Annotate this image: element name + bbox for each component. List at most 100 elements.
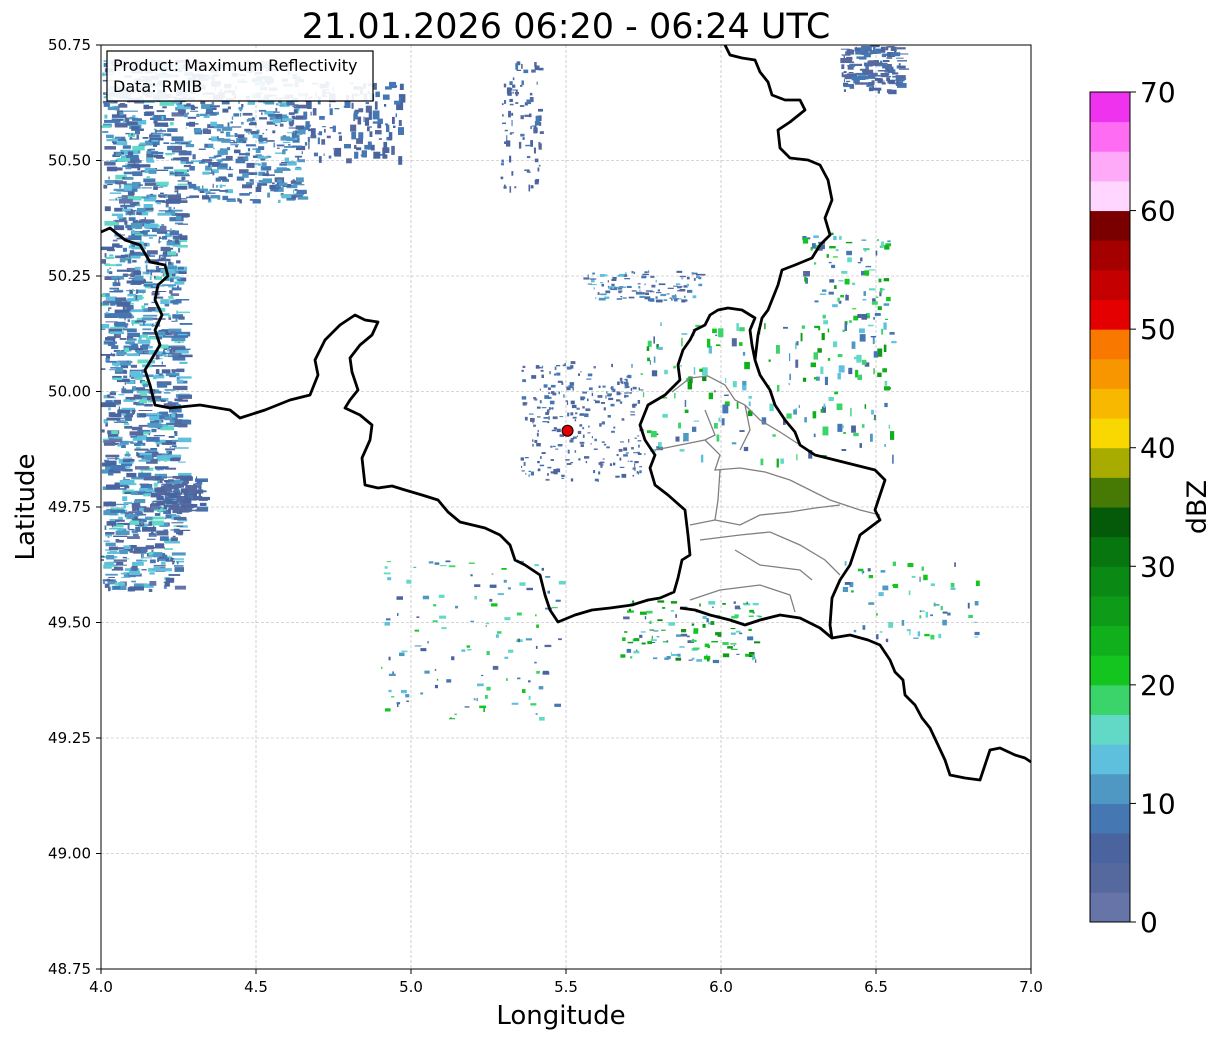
echo-pixel <box>716 434 720 442</box>
echo-pixel <box>572 386 574 391</box>
echo-pixel <box>539 464 545 467</box>
echo-pixel <box>445 560 451 563</box>
echo-pixel <box>491 573 494 575</box>
echo-pixel <box>693 277 696 281</box>
echo-pixel <box>504 129 508 132</box>
echo-pixel <box>660 322 662 326</box>
x-tick-label: 5.0 <box>399 978 423 996</box>
echo-pixel <box>598 471 601 475</box>
echo-pixel <box>715 632 722 636</box>
echo-pixel <box>131 502 141 508</box>
echo-pixel <box>772 434 776 437</box>
echo-pixel <box>795 408 797 410</box>
echo-pixel <box>829 279 835 283</box>
echo-pixel <box>173 516 187 521</box>
echo-pixel <box>721 418 725 426</box>
echo-pixel <box>844 79 845 83</box>
echo-pixel <box>152 291 167 292</box>
echo-pixel <box>663 299 668 301</box>
echo-pixel <box>646 610 653 614</box>
echo-pixel <box>101 429 105 433</box>
echo-pixel <box>508 110 511 118</box>
echo-pixel <box>233 113 240 117</box>
echo-pixel <box>876 634 879 640</box>
echo-pixel <box>742 351 746 356</box>
colorbar-segment <box>1090 180 1130 212</box>
echo-pixel <box>644 453 646 456</box>
echo-pixel <box>163 166 174 170</box>
echo-pixel <box>843 71 847 74</box>
colorbar-tick-label: 20 <box>1140 669 1176 702</box>
echo-pixel <box>883 278 890 282</box>
echo-pixel <box>139 507 144 512</box>
x-tick-label: 4.5 <box>244 978 268 996</box>
echo-pixel <box>535 614 537 617</box>
echo-pixel <box>605 290 611 294</box>
echo-pixel <box>715 334 718 337</box>
echo-pixel <box>800 332 803 342</box>
echo-pixel <box>634 461 639 464</box>
echo-pixel <box>638 444 640 448</box>
echo-pixel <box>624 278 631 280</box>
echo-pixel <box>714 390 716 393</box>
echo-pixel <box>177 529 191 531</box>
echo-pixel <box>624 395 629 398</box>
echo-pixel <box>877 372 882 377</box>
echo-pixel <box>477 683 484 687</box>
echo-pixel <box>146 176 150 179</box>
colorbar-segment <box>1090 210 1130 241</box>
echo-pixel <box>177 348 191 350</box>
colorbar-segment <box>1090 447 1130 478</box>
echo-pixel <box>140 240 142 242</box>
echo-pixel <box>129 210 132 216</box>
echo-pixel <box>974 636 979 638</box>
echo-pixel <box>163 133 171 136</box>
echo-pixel <box>744 361 750 370</box>
echo-pixel <box>127 298 140 302</box>
echo-pixel <box>384 147 390 153</box>
echo-pixel <box>676 283 681 286</box>
echo-pixel <box>707 645 710 648</box>
echo-pixel <box>238 138 244 142</box>
echo-pixel <box>149 572 155 575</box>
echo-pixel <box>161 224 165 227</box>
echo-pixel <box>106 555 115 560</box>
echo-pixel <box>591 392 594 397</box>
echo-pixel <box>235 158 246 164</box>
echo-pixel <box>640 373 643 375</box>
echo-pixel <box>940 605 943 611</box>
echo-pixel <box>318 156 322 163</box>
echo-pixel <box>639 470 642 474</box>
echo-pixel <box>124 347 129 353</box>
echo-pixel <box>455 605 459 609</box>
echo-pixel <box>119 259 126 263</box>
echo-pixel <box>538 141 541 148</box>
echo-pixel <box>171 209 183 212</box>
echo-pixel <box>913 637 919 639</box>
echo-pixel <box>156 202 161 205</box>
echo-pixel <box>607 394 612 397</box>
echo-pixel <box>165 154 172 156</box>
echo-pixel <box>877 239 879 242</box>
echo-pixel <box>436 678 439 681</box>
echo-pixel <box>683 433 689 442</box>
echo-pixel <box>492 665 499 670</box>
echo-pixel <box>221 138 231 143</box>
echo-pixel <box>820 366 824 374</box>
echo-pixel <box>167 128 178 132</box>
echo-pixel <box>947 612 951 616</box>
echo-pixel <box>110 509 125 513</box>
echo-pixel <box>241 104 244 108</box>
echo-pixel <box>104 313 119 318</box>
echo-pixel <box>613 462 616 466</box>
echo-pixel <box>681 337 683 347</box>
echo-pixel <box>166 450 170 454</box>
colorbar-segment <box>1090 566 1130 597</box>
echo-pixel <box>160 299 170 305</box>
echo-pixel <box>124 453 131 457</box>
echo-pixel <box>522 137 525 140</box>
echo-pixel <box>106 360 117 363</box>
echo-pixel <box>639 634 643 638</box>
echo-pixel <box>396 702 401 705</box>
echo-pixel <box>631 364 633 368</box>
